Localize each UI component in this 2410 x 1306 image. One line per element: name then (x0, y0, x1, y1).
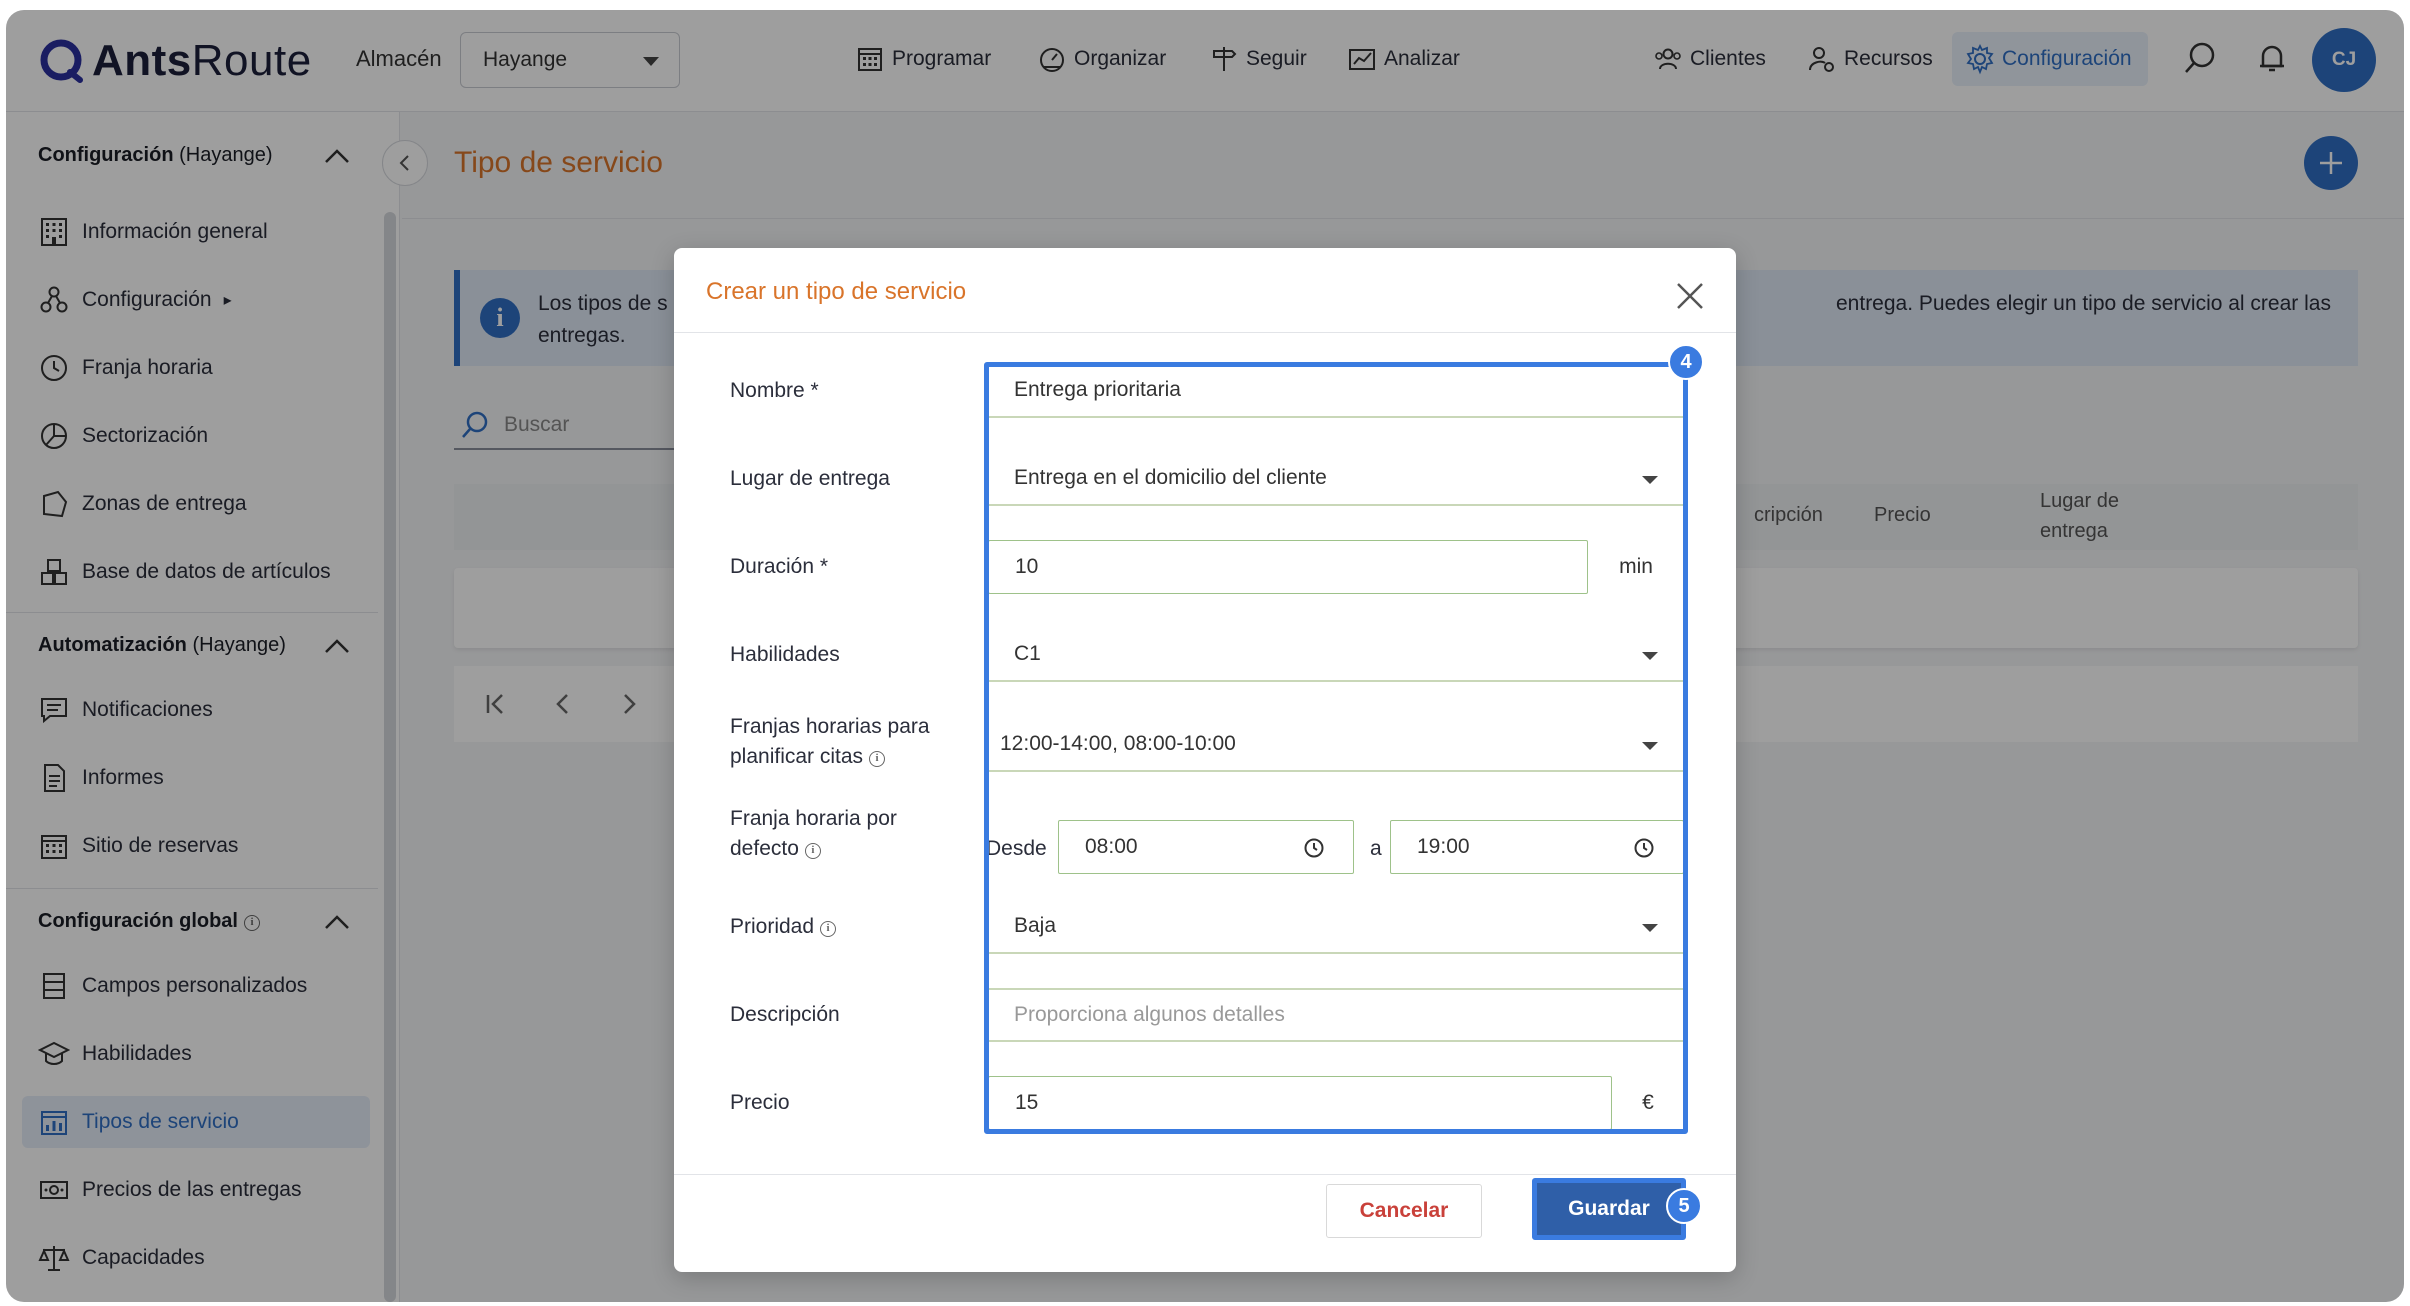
step-badge-4: 4 (1668, 344, 1704, 380)
lugar-de-entrega-select[interactable]: Entrega en el domicilio del cliente (988, 452, 1684, 506)
clock-icon (1304, 838, 1324, 858)
habilidades-select[interactable]: C1 (988, 628, 1684, 682)
lugar-de-entrega-value: Entrega en el domicilio del cliente (1014, 466, 1327, 489)
desde-time-input[interactable]: 08:00 (1058, 820, 1354, 874)
nombre-value: Entrega prioritaria (1014, 378, 1181, 401)
hasta-value: 19:00 (1417, 835, 1470, 858)
save-button[interactable]: Guardar (1537, 1183, 1681, 1235)
franjas-horarias-select[interactable]: 12:00-14:00, 08:00-10:00 (988, 718, 1684, 772)
cancel-button[interactable]: Cancelar (1326, 1184, 1482, 1238)
info-icon: i (804, 843, 821, 859)
a-label: a (1370, 837, 1382, 860)
clock-icon (1634, 838, 1654, 858)
prioridad-select[interactable]: Baja (988, 900, 1684, 954)
duracion-input[interactable]: 10 (988, 540, 1588, 594)
step-badge-5: 5 (1666, 1188, 1702, 1224)
app-window: AntsRoute Almacén Hayange Programar Orga… (6, 10, 2404, 1302)
duracion-value: 10 (1015, 555, 1039, 578)
precio-label: Precio (730, 1091, 790, 1114)
dialog-footer-divider (674, 1174, 1736, 1175)
descripcion-input[interactable]: Proporciona algunos detalles (988, 988, 1684, 1042)
save-highlight: Guardar (1532, 1178, 1686, 1240)
descripcion-placeholder: Proporciona algunos detalles (1014, 1003, 1285, 1026)
descripcion-label: Descripción (730, 1003, 840, 1026)
info-icon: i (869, 751, 886, 767)
nombre-input[interactable]: Entrega prioritaria (988, 364, 1684, 418)
precio-input[interactable]: 15 (988, 1076, 1612, 1130)
precio-unit: € (1612, 1076, 1684, 1130)
lugar-de-entrega-label: Lugar de entrega (730, 467, 890, 490)
close-icon[interactable] (1672, 278, 1708, 314)
dialog-title: Crear un tipo de servicio (706, 278, 967, 305)
franjas-horarias-value: 12:00-14:00, 08:00-10:00 (1000, 732, 1236, 755)
chevron-down-icon (1642, 476, 1658, 484)
chevron-down-icon (1642, 924, 1658, 932)
create-service-type-dialog: Crear un tipo de servicio Nombre * Entre… (674, 248, 1736, 1272)
hasta-time-input[interactable]: 19:00 (1390, 820, 1684, 874)
prioridad-label: Prioridad i (730, 912, 837, 942)
desde-label: Desde (986, 837, 1047, 860)
franja-por-defecto-label: Franja horaria por defecto i (730, 807, 897, 860)
franjas-horarias-label: Franjas horarias para planificar citas i (730, 715, 930, 768)
duracion-label: Duración * (730, 555, 829, 578)
habilidades-label: Habilidades (730, 643, 840, 666)
precio-value: 15 (1015, 1091, 1039, 1114)
desde-value: 08:00 (1085, 835, 1138, 858)
habilidades-value: C1 (1014, 642, 1041, 665)
chevron-down-icon (1642, 652, 1658, 660)
nombre-label: Nombre * (730, 379, 819, 402)
duracion-unit: min (1588, 540, 1684, 594)
dialog-header-divider (674, 332, 1736, 333)
info-icon: i (820, 921, 837, 937)
chevron-down-icon (1642, 742, 1658, 750)
prioridad-value: Baja (1014, 914, 1057, 937)
